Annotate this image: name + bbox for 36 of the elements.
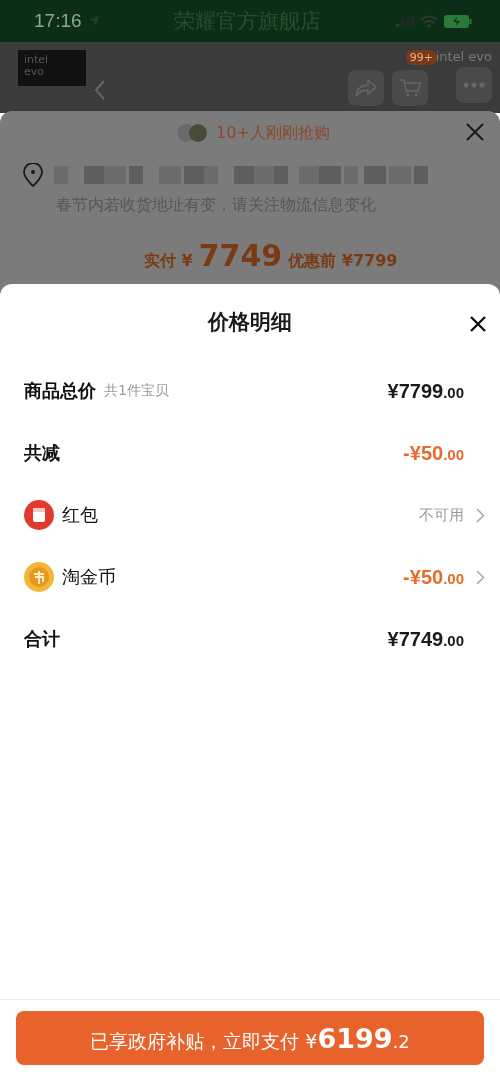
row-label: 淘金币 — [62, 565, 116, 589]
location-arrow-icon — [87, 15, 100, 27]
row-label: 商品总价 — [24, 379, 96, 403]
share-button[interactable] — [347, 70, 384, 106]
cart-button[interactable] — [391, 70, 428, 106]
coin-icon — [24, 562, 54, 592]
row-label: 红包 — [62, 503, 98, 527]
row-amount: ¥7799.00 — [387, 379, 464, 403]
paid-amount: 7749 — [198, 238, 283, 273]
intel-evo-logo: intel evo — [18, 50, 86, 86]
cart-icon — [398, 78, 421, 98]
availability-status: 不可用 — [419, 505, 464, 525]
row-amount: -¥50.00 — [403, 441, 464, 465]
pay-button[interactable]: 已享政府补贴，立即支付 ¥6199.2 — [16, 1010, 484, 1065]
row-label: 共减 — [24, 441, 60, 465]
more-icon — [463, 82, 485, 88]
envelope-icon — [24, 500, 54, 530]
sheet-title: 价格明细 — [208, 309, 292, 336]
intel-evo-brand: intel evo — [435, 50, 492, 63]
back-icon[interactable] — [94, 80, 106, 100]
battery-icon — [444, 14, 472, 28]
original-price: 优惠前 ¥7799 — [288, 251, 398, 272]
close-icon[interactable] — [470, 316, 486, 332]
location-pin-icon — [22, 163, 44, 187]
share-icon — [354, 79, 377, 97]
more-button[interactable] — [456, 67, 492, 103]
cart-badge: 99+ — [405, 50, 437, 65]
row-label: 合计 — [24, 627, 60, 651]
paid-label: 实付 ¥ — [144, 251, 193, 272]
recent-buyers-note: 10+人刚刚抢购 — [216, 122, 330, 144]
signal-icon — [396, 15, 414, 27]
status-time: 17:16 — [34, 10, 82, 32]
wifi-icon — [420, 14, 438, 28]
row-amount: -¥50.00 — [403, 565, 464, 589]
item-count: 共1件宝贝 — [104, 382, 169, 400]
row-amount: ¥7749.00 — [387, 627, 464, 651]
